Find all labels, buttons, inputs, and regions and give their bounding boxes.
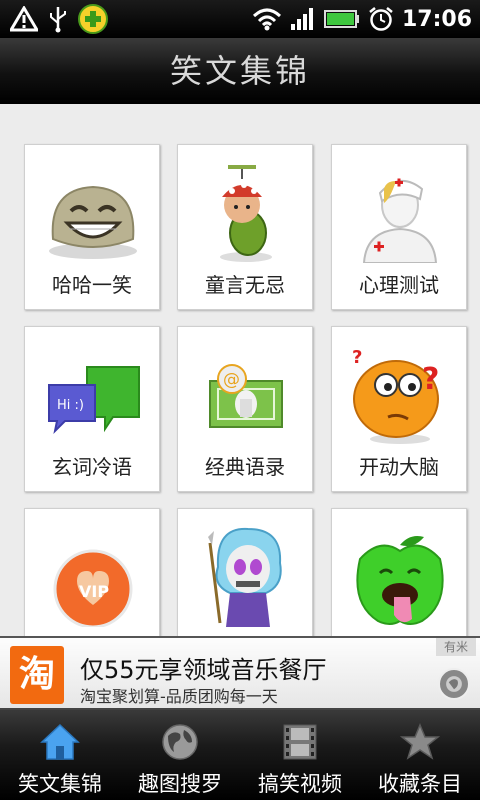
app-360-icon — [78, 4, 108, 34]
globe-icon — [162, 724, 198, 760]
tab-label: 收藏条目 — [378, 772, 462, 796]
laughing-blob-icon — [49, 185, 137, 259]
svg-text:@: @ — [223, 370, 240, 390]
grid-item-label: 开动大脑 — [359, 455, 439, 479]
home-icon — [40, 723, 80, 760]
svg-text:?: ? — [422, 362, 439, 397]
svg-text:VIP: VIP — [79, 582, 109, 601]
money-mail-icon: @ — [209, 364, 283, 428]
tab-label: 趣图搜罗 — [138, 772, 222, 796]
grid-item-haha[interactable]: 哈哈一笑 — [24, 144, 160, 310]
grid-item-label: 经典语录 — [205, 455, 285, 479]
category-grid: 哈哈一笑 童言无忌 心理测试 Hi :) 玄词冷语 @ 经典语录 ? ? 开动大… — [0, 104, 480, 710]
ad-network-tag: 有米 — [436, 638, 476, 656]
grid-item-psych-test[interactable]: 心理测试 — [331, 144, 467, 310]
tab-funny-pics[interactable]: 趣图搜罗 — [120, 710, 240, 800]
ad-title: 仅55元享领域音乐餐厅 — [80, 656, 327, 684]
grid-item-label: 哈哈一笑 — [52, 273, 132, 297]
ad-banner[interactable]: 淘 仅55元享领域音乐餐厅 淘宝聚划算-品质团购每一天 有米 — [0, 636, 480, 710]
status-bar: 17:06 — [0, 0, 480, 38]
svg-text:?: ? — [352, 347, 362, 368]
tab-jokes[interactable]: 笑文集锦 — [0, 710, 120, 800]
ad-subtitle: 淘宝聚划算-品质团购每一天 — [80, 687, 278, 706]
bottom-tab-bar: 笑文集锦 趣图搜罗 搞笑视频 收藏条目 — [0, 710, 480, 800]
tab-funny-videos[interactable]: 搞笑视频 — [240, 710, 360, 800]
grid-item-brain-teaser[interactable]: ? ? 开动大脑 — [331, 326, 467, 492]
taobao-logo: 淘 — [10, 646, 64, 704]
green-apple-icon — [356, 536, 444, 625]
svg-text:Hi :): Hi :) — [57, 398, 84, 413]
child-propeller-cap-icon — [220, 165, 272, 262]
tab-label: 笑文集锦 — [18, 772, 102, 796]
grid-item-cold-jokes[interactable]: Hi :) 玄词冷语 — [24, 326, 160, 492]
title-bar: 笑文集锦 — [0, 38, 480, 104]
warning-icon — [10, 6, 38, 32]
nurse-icon — [362, 178, 438, 263]
grid-item-kids[interactable]: 童言无忌 — [177, 144, 313, 310]
ad-globe-icon[interactable] — [438, 668, 470, 700]
usb-icon — [50, 7, 66, 33]
signal-icon — [290, 8, 313, 30]
star-icon — [400, 723, 440, 760]
chat-bubbles-icon: Hi :) — [48, 366, 140, 435]
grid-item-label: 心理测试 — [359, 273, 439, 297]
vip-heart-icon: VIP — [53, 549, 133, 627]
grid-item-quotes[interactable]: @ 经典语录 — [177, 326, 313, 492]
film-icon — [283, 724, 317, 760]
grid-item-label: 童言无忌 — [205, 273, 285, 297]
skull-doll-icon — [208, 527, 282, 627]
battery-icon — [323, 10, 359, 28]
alarm-icon — [369, 7, 393, 31]
question-smiley-icon: ? ? — [352, 347, 439, 444]
wifi-icon — [252, 8, 281, 31]
page-title: 笑文集锦 — [169, 52, 310, 90]
grid-item-label: 玄词冷语 — [52, 455, 132, 479]
tab-favorites[interactable]: 收藏条目 — [360, 710, 480, 800]
tab-label: 搞笑视频 — [258, 772, 342, 796]
clock-time: 17:06 — [401, 6, 472, 32]
